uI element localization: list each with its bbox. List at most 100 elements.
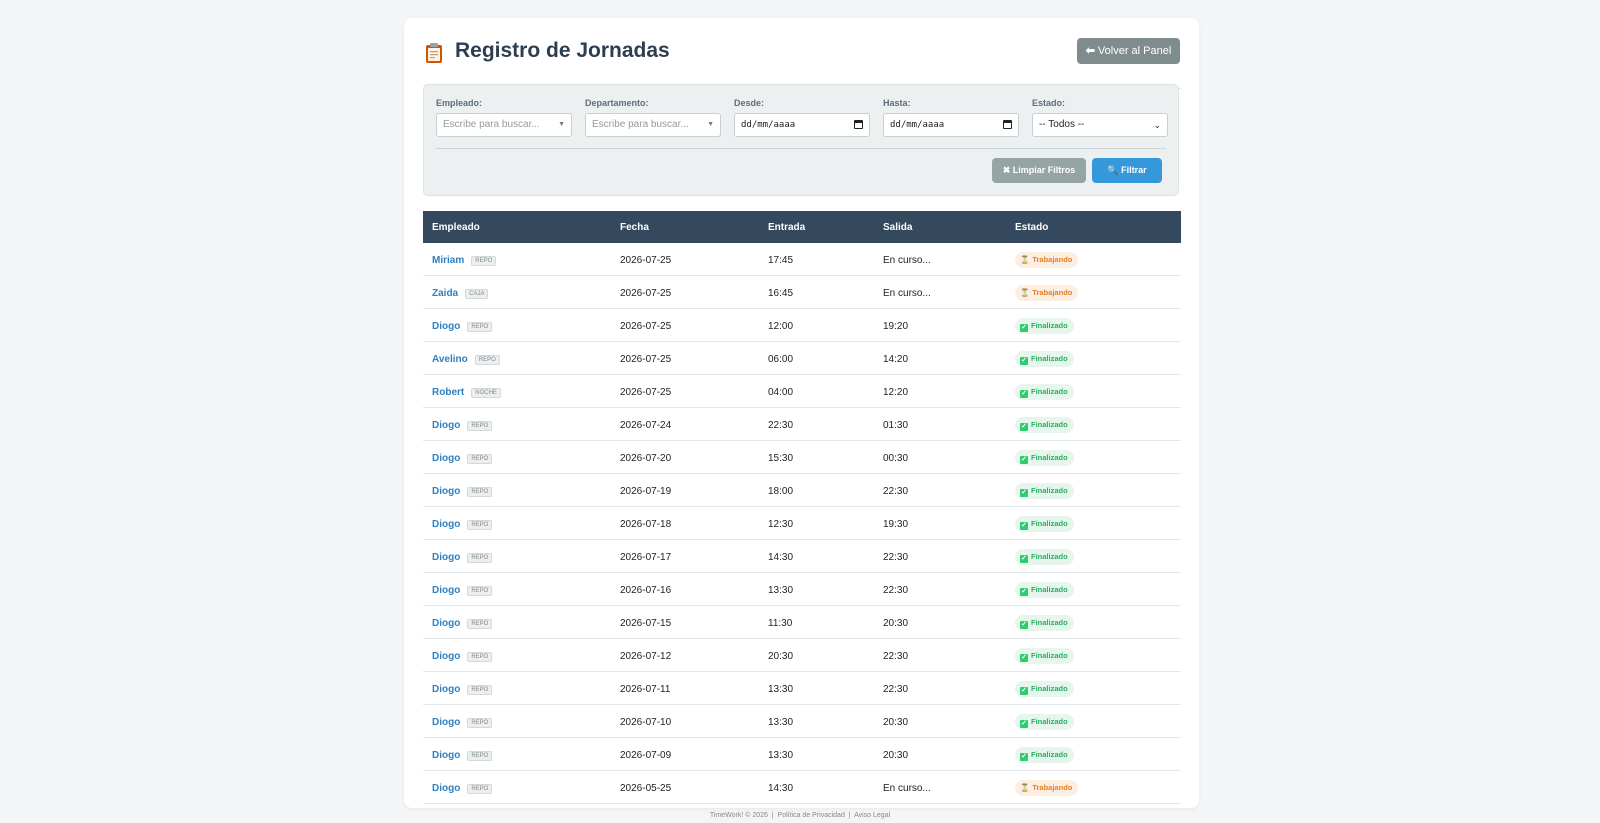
employee-link[interactable]: Diogo [432,717,460,728]
chevron-down-icon: ⌄ [1153,120,1161,130]
date-cell: 2026-07-11 [620,684,671,695]
table-row[interactable]: Diogo REPO 2026-07-15 11:30 20:30 ✓ Finalizado [423,606,1181,639]
col-header-status[interactable]: Estado [1015,222,1048,233]
from-date-filter: Desde: dd/mm/aaaa [734,98,870,137]
department-filter-label: Departamento: [585,98,649,108]
employee-link[interactable]: Avelino [432,354,468,365]
legal-link[interactable]: Aviso Legal [854,812,890,819]
date-cell: 2026-07-24 [620,420,672,431]
status-badge: ✓ Finalizado [1015,681,1074,697]
table-row[interactable]: Diogo REPO 2026-05-25 14:30 En curso... ⏳ Trab… [423,771,1181,804]
employee-link[interactable]: Diogo [432,585,460,596]
employee-cell: Diogo REPO [432,618,493,629]
exit-cell: 01:30 [883,420,909,431]
employee-link[interactable]: Diogo [432,651,460,662]
employee-search-input[interactable]: Escribe para buscar... ▼ [436,113,572,137]
date-cell: 2026-07-25 [620,321,672,332]
table-row[interactable]: Diogo REPO 2026-07-25 12:00 19:20 ✓ Finalizado [423,309,1181,342]
privacy-link[interactable]: Política de Privacidad [778,812,845,819]
filters-divider [436,148,1166,149]
date-cell: 2026-07-12 [620,651,672,662]
department-tag: REPO [474,355,500,365]
exit-cell: 22:30 [883,651,909,662]
col-header-date[interactable]: Fecha [620,222,649,233]
calendar-icon[interactable] [1003,120,1012,129]
entry-cell: 18:00 [768,486,794,497]
col-header-exit[interactable]: Salida [883,222,912,233]
table-row[interactable]: Zaida CAJA 2026-07-25 16:45 En curso... ⏳ Trab… [423,276,1181,309]
footer: TimeWork! © 2026 | Política de Privacida… [709,812,891,819]
employee-link[interactable]: Diogo [432,321,460,332]
table-row[interactable]: Diogo REPO 2026-07-17 14:30 22:30 ✓ Finalizado [423,540,1181,573]
employee-link[interactable]: Miriam [432,255,464,266]
status-label: Finalizado [1031,387,1068,396]
employee-link[interactable]: Zaida [432,288,458,299]
table-row[interactable]: Diogo REPO 2026-07-18 12:30 19:30 ✓ Finalizado [423,507,1181,540]
table-row[interactable]: Diogo REPO 2026-07-11 13:30 22:30 ✓ Finalizado [423,672,1181,705]
employee-link[interactable]: Diogo [432,420,460,431]
back-to-panel-button[interactable]: ⬅ Volver al Panel [1077,38,1180,64]
col-header-employee[interactable]: Empleado [432,222,480,233]
date-cell: 2026-07-19 [620,486,672,497]
employee-link[interactable]: Diogo [432,486,460,497]
department-tag: REPO [467,751,493,761]
department-tag: REPO [467,421,493,431]
employee-link[interactable]: Diogo [432,783,460,794]
filter-button[interactable]: 🔍 Filtrar [1092,158,1162,183]
date-cell: 2026-07-15 [620,618,672,629]
employee-link[interactable]: Robert [432,387,464,398]
status-badge: ⏳ Trabajando [1015,285,1079,301]
employee-link[interactable]: Diogo [432,519,460,530]
table-row[interactable]: Diogo REPO 2026-07-09 13:30 20:30 ✓ Finalizado [423,738,1181,771]
entry-cell: 11:30 [768,618,793,629]
employee-link[interactable]: Diogo [432,750,460,761]
entry-cell: 16:45 [768,288,794,299]
table-row[interactable]: Miriam REPO 2026-07-25 17:45 En curso... ⏳ Tra… [423,243,1181,276]
entry-cell: 12:30 [768,519,794,530]
from-date-label: Desde: [734,98,765,108]
table-row[interactable]: Diogo REPO 2026-07-12 20:30 22:30 ✓ Finalizado [423,639,1181,672]
col-header-entry[interactable]: Entrada [768,222,805,233]
status-label: Finalizado [1031,453,1068,462]
status-label: Trabajando [1032,255,1073,264]
table-row[interactable]: Diogo REPO 2026-07-24 22:30 01:30 ✓ Finalizado [423,408,1181,441]
status-badge: ✓ Finalizado [1015,483,1074,499]
date-cell: 2026-07-18 [620,519,672,530]
employee-link[interactable]: Diogo [432,552,460,563]
table-row[interactable]: Diogo REPO 2026-07-16 13:30 22:30 ✓ Finalizado [423,573,1181,606]
check-box-icon: ✓ [1020,654,1028,662]
exit-cell: 19:30 [883,519,909,530]
calendar-icon[interactable] [854,120,863,129]
employee-link[interactable]: Diogo [432,453,460,464]
date-cell: 2026-07-25 [620,354,672,365]
department-search-input[interactable]: Escribe para buscar... ▼ [585,113,721,137]
employee-link[interactable]: Diogo [432,618,460,629]
to-date-filter: Hasta: dd/mm/aaaa [883,98,1019,137]
employee-filter: Empleado: Escribe para buscar... ▼ [436,98,572,137]
entry-cell: 20:30 [768,651,794,662]
table-row[interactable]: Diogo REPO 2026-07-19 18:00 22:30 ✓ Finalizado [423,474,1181,507]
status-filter-label: Estado: [1032,98,1066,108]
department-tag: REPO [467,619,493,629]
table-row[interactable]: Robert NOCHE 2026-07-25 04:00 12:20 ✓ Finaliza… [423,375,1181,408]
entry-cell: 14:30 [768,552,794,563]
exit-cell: 20:30 [883,750,909,761]
table-row[interactable]: Diogo REPO 2026-07-10 13:30 20:30 ✓ Finalizado [423,705,1181,738]
employee-link[interactable]: Diogo [432,684,460,695]
check-box-icon: ✓ [1020,621,1028,629]
table-row[interactable]: Avelino REPO 2026-07-25 06:00 14:20 ✓ Finaliza… [423,342,1181,375]
date-cell: 2026-07-17 [620,552,672,563]
chevron-down-icon: ▼ [707,121,714,128]
department-tag: REPO [467,718,493,728]
status-badge: ✓ Finalizado [1015,450,1074,466]
from-date-input[interactable]: dd/mm/aaaa [734,113,870,137]
table-row[interactable]: Diogo REPO 2026-07-20 15:30 00:30 ✓ Finalizado [423,441,1181,474]
status-label: Finalizado [1031,585,1068,594]
check-box-icon: ✓ [1020,390,1028,398]
clear-filters-button[interactable]: ✖ Limpiar Filtros [992,158,1086,183]
date-cell: 2026-07-25 [620,288,672,299]
to-date-input[interactable]: dd/mm/aaaa [883,113,1019,137]
entry-cell: 13:30 [768,750,794,761]
status-select[interactable]: -- Todos -- ⌄ [1032,113,1168,137]
entry-cell: 13:30 [768,585,794,596]
